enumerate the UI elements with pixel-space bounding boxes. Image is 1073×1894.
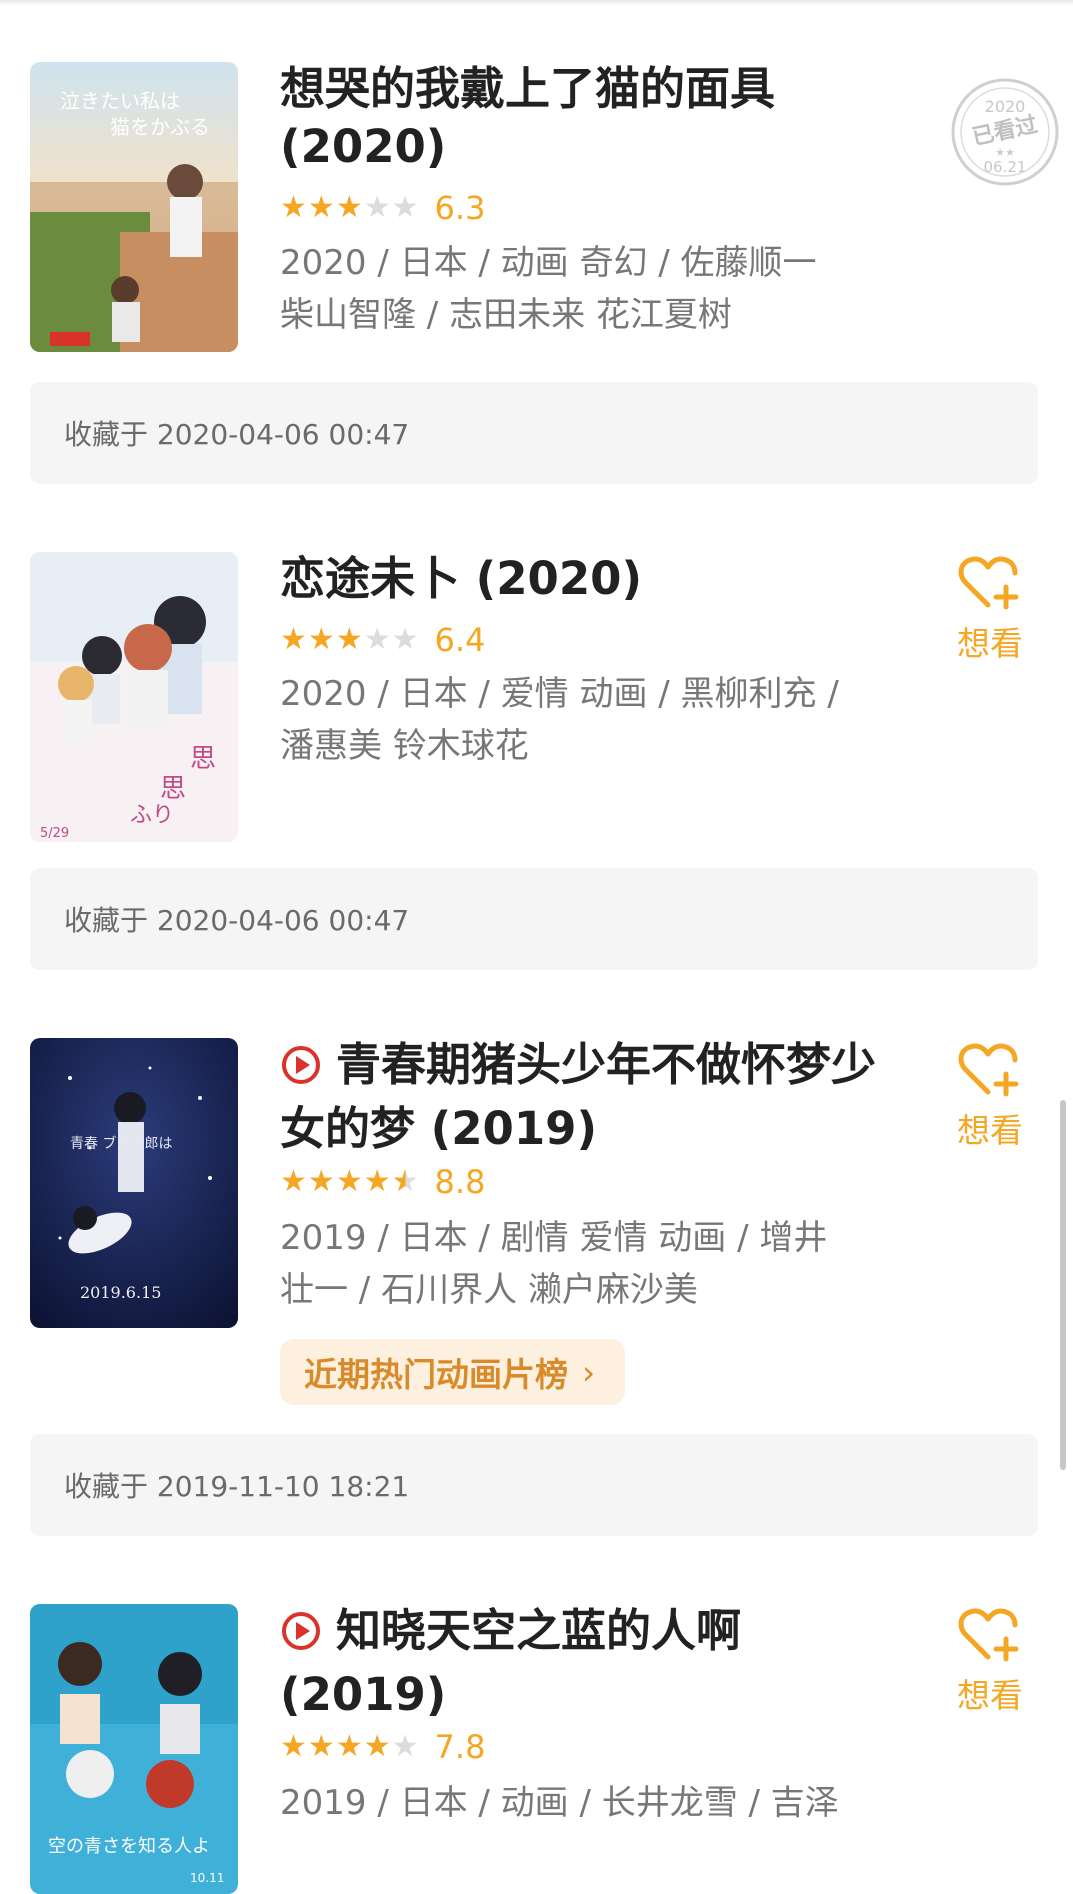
rating-score: 7.8: [434, 1728, 486, 1766]
star-icon: ★: [335, 1729, 363, 1764]
rating-row: ★ ★ ★ ★ ★ 7.8: [280, 1727, 485, 1767]
movie-title[interactable]: 恋途未卜 (2020): [280, 550, 900, 608]
svg-text:ふり: ふり: [130, 803, 174, 828]
header-shadow: [0, 0, 1073, 6]
want-label: 想看: [957, 624, 1023, 663]
star-icon: ★: [280, 1164, 307, 1199]
movie-title-text: 知晓天空之蓝的人啊 (2019): [280, 1604, 742, 1721]
star-rating: ★ ★ ★ ★ ★: [280, 191, 419, 225]
movie-poster[interactable]: 泣きたい私は 猫をかぶる: [30, 62, 238, 352]
chart-link-label: 近期热门动画片榜: [304, 1355, 568, 1394]
star-icon: ★: [363, 1164, 391, 1199]
svg-text:青春 ブタ野郎は: 青春 ブタ野郎は: [70, 1135, 172, 1152]
meta-line: 柴山智隆 / 志田未来 花江夏树: [280, 295, 732, 335]
star-icon: ★: [280, 1729, 307, 1764]
meta-line: 潘惠美 铃木球花: [280, 726, 529, 766]
stamp-year: 2020: [985, 97, 1026, 116]
meta-line: 壮一 / 石川界人 濑户麻沙美: [280, 1270, 698, 1310]
heart-plus-icon: [958, 556, 1019, 610]
star-icon: ★: [363, 1729, 391, 1764]
movie-poster[interactable]: 空の青さを知る人よ 10.11: [30, 1604, 238, 1894]
chevron-right-icon: ›: [582, 1352, 596, 1392]
svg-text:猫をかぶる: 猫をかぶる: [110, 115, 210, 139]
movie-poster[interactable]: 思 思 ふり 5/29: [30, 552, 238, 842]
rating-row: ★ ★ ★ ★ ★ 6.3: [280, 188, 485, 228]
star-icon: ★: [391, 622, 419, 657]
half-star-icon: ★: [391, 1164, 419, 1199]
play-icon: [280, 1042, 322, 1100]
collected-date: 收藏于 2020-04-06 00:47: [64, 418, 410, 451]
meta-line: 2019 / 日本 / 动画 / 长井龙雪 / 吉泽: [280, 1783, 839, 1823]
star-icon: ★: [280, 622, 307, 657]
want-label: 想看: [957, 1676, 1023, 1715]
want-to-watch-button[interactable]: 想看: [940, 1042, 1040, 1152]
star-rating: ★ ★ ★ ★ ★: [280, 1165, 419, 1199]
movie-title[interactable]: 青春期猪头少年不做怀梦少女的梦 (2019): [280, 1036, 900, 1158]
star-icon: ★: [391, 190, 419, 225]
watched-stamp: 2020 已看过 ★★ 06.21: [945, 72, 1065, 196]
movie-title-text: 青春期猪头少年不做怀梦少女的梦 (2019): [280, 1038, 877, 1155]
star-icon: ★: [280, 190, 307, 225]
stamp-date: 06.21: [984, 158, 1027, 176]
star-icon: ★: [391, 1729, 419, 1764]
want-label: 想看: [957, 1111, 1023, 1150]
star-icon: ★: [307, 190, 335, 225]
svg-text:思: 思: [160, 774, 186, 804]
movie-meta: 2020 / 日本 / 爱情 动画 / 黑柳利充 / 潘惠美 铃木球花: [280, 668, 900, 772]
svg-text:泣きたい私は: 泣きたい私は: [60, 89, 180, 113]
rating-row: ★ ★ ★ ★ ★ 6.4: [280, 620, 485, 660]
rating-score: 6.3: [434, 189, 486, 227]
movie-title[interactable]: 知晓天空之蓝的人啊 (2019): [280, 1602, 900, 1724]
svg-text:5/29: 5/29: [40, 826, 69, 841]
star-icon: ★: [335, 622, 363, 657]
rating-score: 8.8: [434, 1163, 486, 1201]
collected-date-bar: 收藏于 2019-11-10 18:21: [30, 1434, 1038, 1536]
movie-meta: 2019 / 日本 / 剧情 爱情 动画 / 增井 壮一 / 石川界人 濑户麻沙…: [280, 1212, 900, 1316]
hot-chart-link[interactable]: 近期热门动画片榜 ›: [280, 1339, 626, 1405]
want-to-watch-button[interactable]: 想看: [940, 555, 1040, 665]
stamp-label: 已看过: [970, 112, 1040, 150]
star-icon: ★: [335, 190, 363, 225]
star-icon: ★: [307, 622, 335, 657]
svg-text:空の青さを知る人よ: 空の青さを知る人よ: [48, 1836, 210, 1857]
collected-date: 收藏于 2020-04-06 00:47: [64, 904, 410, 937]
collected-date: 收藏于 2019-11-10 18:21: [64, 1470, 410, 1503]
collection-page: 泣きたい私は 猫をかぶる 想哭的我戴上了猫的面具 (2020) ★ ★ ★ ★ …: [0, 0, 1073, 1894]
star-icon: ★: [335, 1164, 363, 1199]
meta-line: 2020 / 日本 / 动画 奇幻 / 佐藤顺一: [280, 243, 817, 283]
star-rating: ★ ★ ★ ★ ★: [280, 1730, 419, 1764]
rating-score: 6.4: [434, 621, 486, 659]
meta-line: 2019 / 日本 / 剧情 爱情 动画 / 增井: [280, 1218, 828, 1258]
star-icon: ★: [363, 190, 391, 225]
svg-text:思: 思: [190, 744, 216, 774]
scrollbar[interactable]: [1060, 1100, 1066, 1470]
heart-plus-icon: [958, 1608, 1019, 1662]
play-icon: [280, 1608, 322, 1666]
want-to-watch-button[interactable]: 想看: [940, 1607, 1040, 1717]
movie-meta: 2019 / 日本 / 动画 / 长井龙雪 / 吉泽: [280, 1777, 900, 1829]
star-rating: ★ ★ ★ ★ ★: [280, 623, 419, 657]
star-icon: ★: [307, 1729, 335, 1764]
movie-title[interactable]: 想哭的我戴上了猫的面具 (2020): [280, 60, 900, 176]
svg-text:2019.6.15: 2019.6.15: [80, 1283, 161, 1302]
star-icon: ★: [363, 622, 391, 657]
rating-row: ★ ★ ★ ★ ★ 8.8: [280, 1162, 485, 1202]
svg-text:10.11: 10.11: [190, 1871, 224, 1885]
movie-meta: 2020 / 日本 / 动画 奇幻 / 佐藤顺一 柴山智隆 / 志田未来 花江夏…: [280, 237, 900, 341]
heart-plus-icon: [958, 1043, 1019, 1097]
meta-line: 2020 / 日本 / 爱情 动画 / 黑柳利充 /: [280, 674, 839, 714]
collected-date-bar: 收藏于 2020-04-06 00:47: [30, 868, 1038, 970]
star-icon: ★: [307, 1164, 335, 1199]
collected-date-bar: 收藏于 2020-04-06 00:47: [30, 382, 1038, 484]
movie-poster[interactable]: 青春 ブタ野郎は 2019.6.15: [30, 1038, 238, 1328]
